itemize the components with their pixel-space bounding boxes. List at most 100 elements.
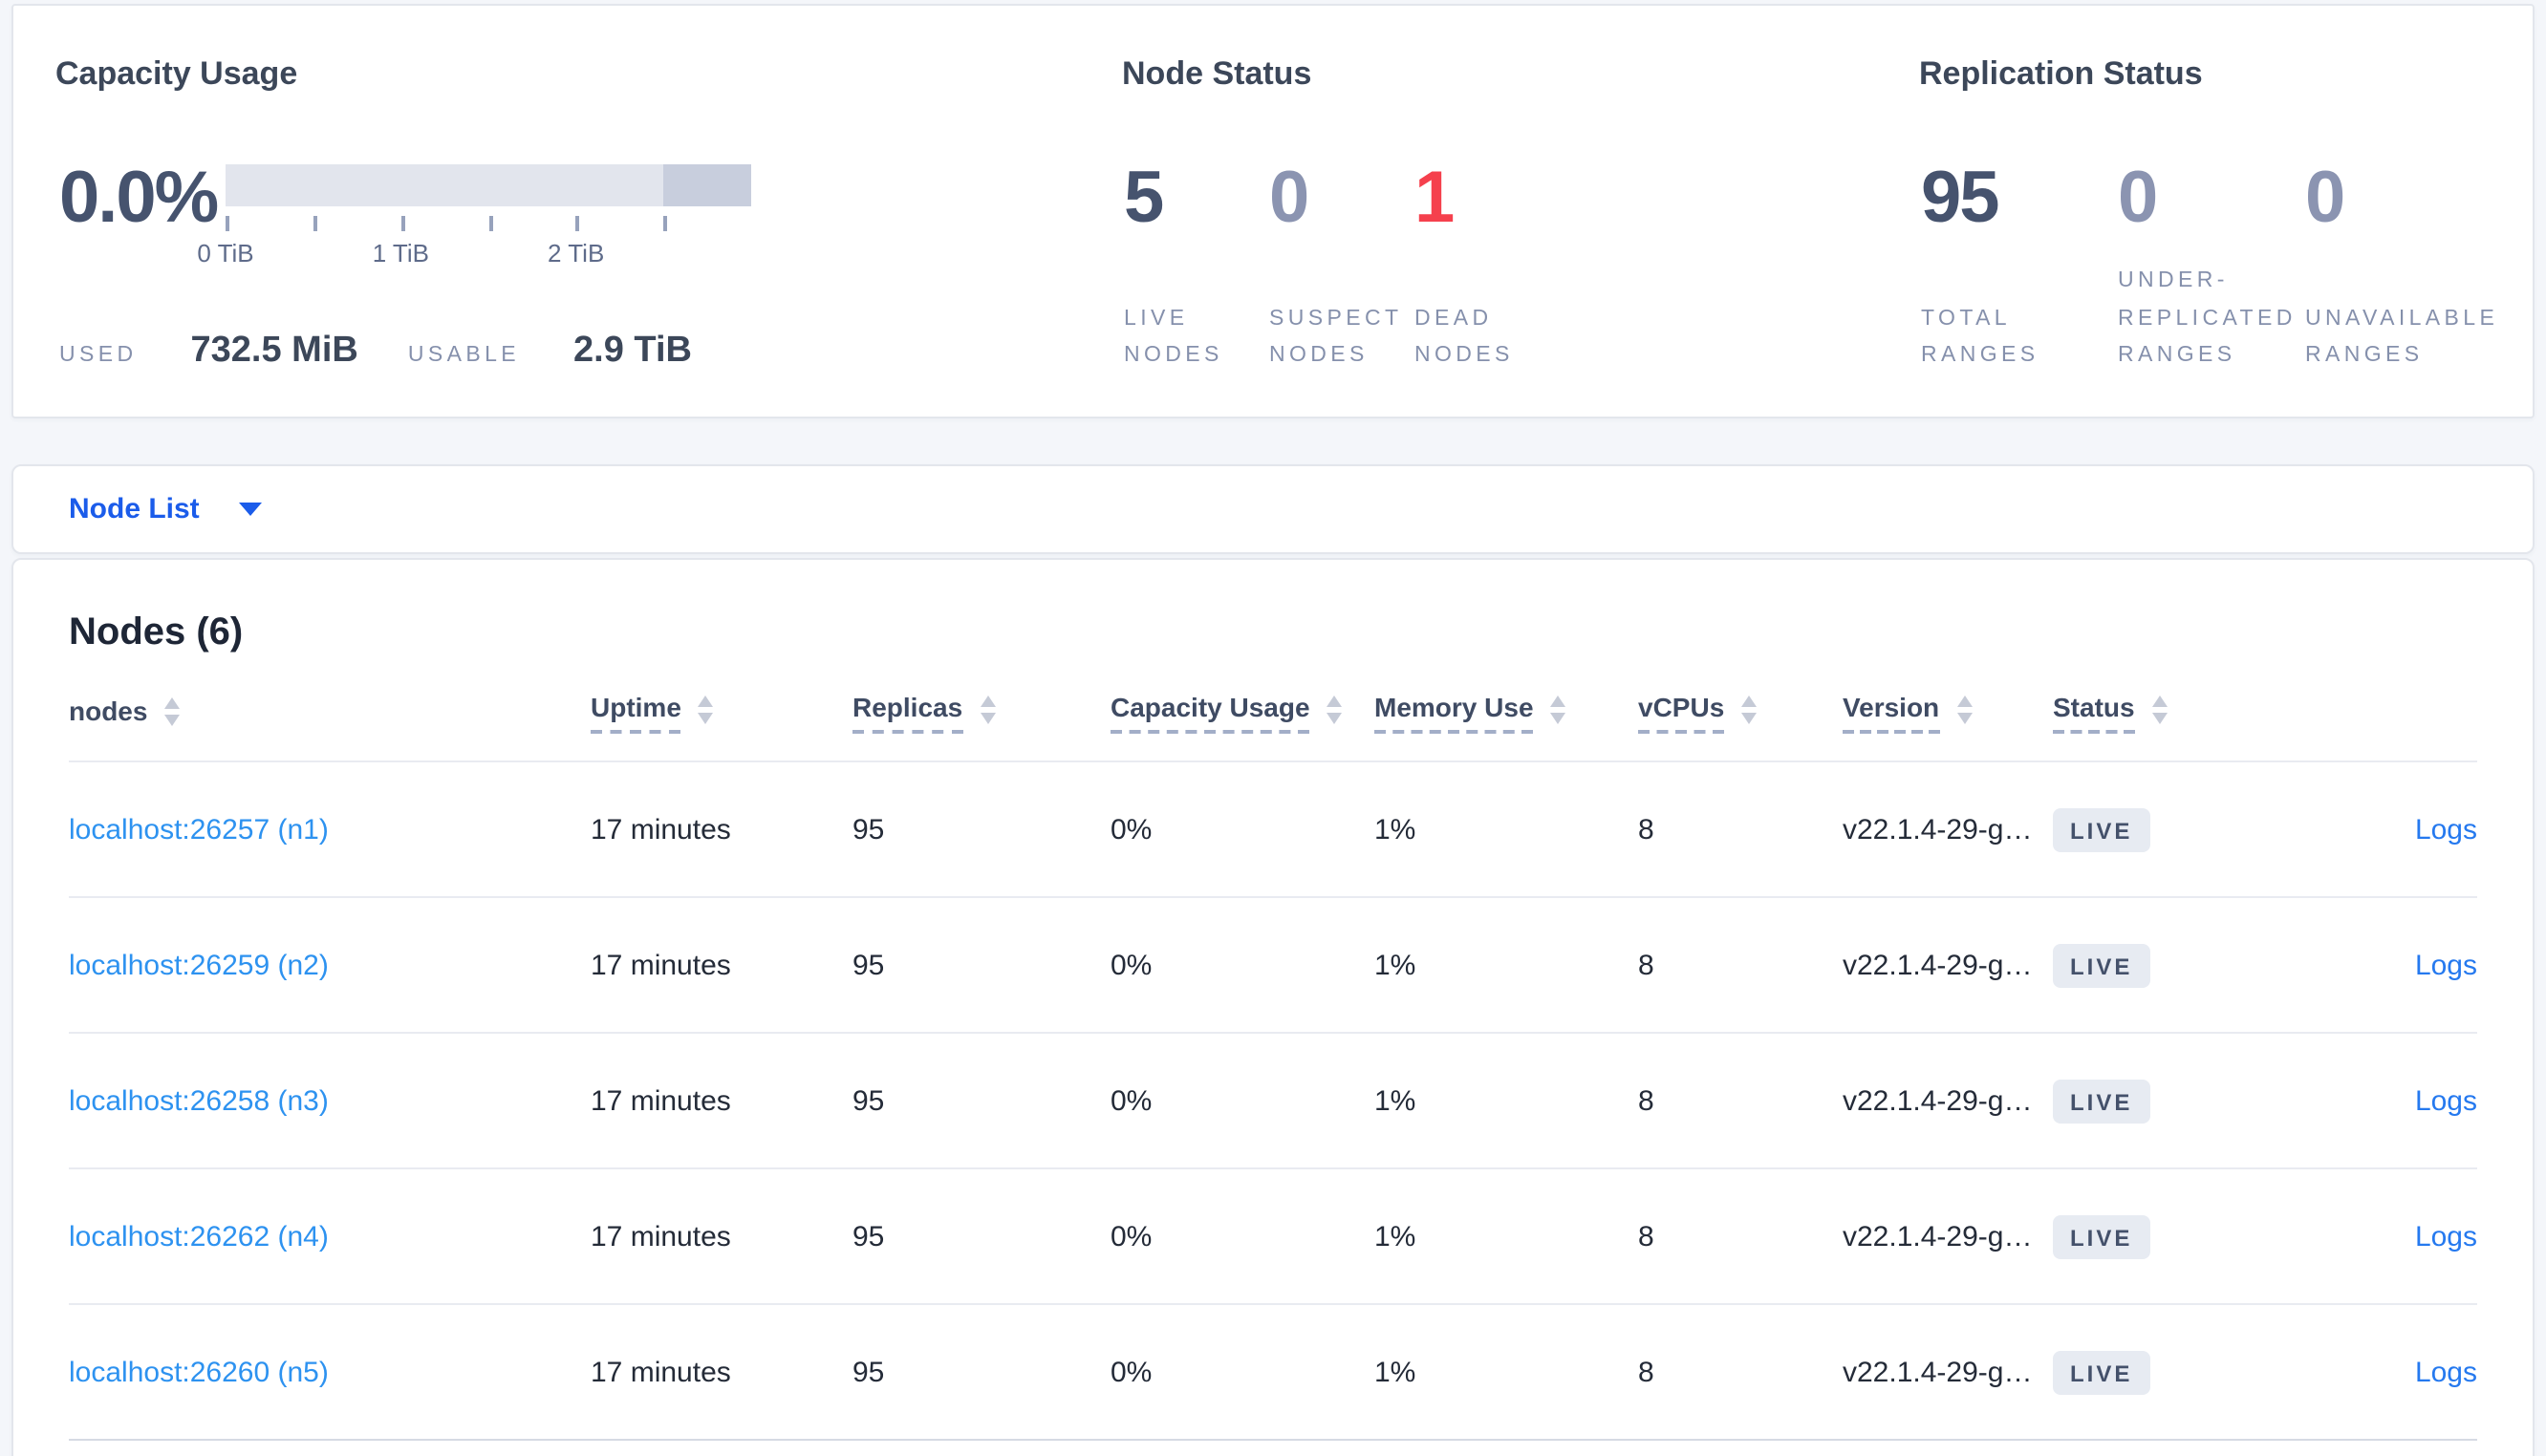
- capacity-usage-cell: 0%: [1111, 813, 1153, 846]
- cluster-summary-card: Capacity Usage 0.0% 0 TiB 1 TiB 2 TiB US…: [11, 4, 2535, 418]
- capacity-percent-value: 0.0%: [59, 159, 219, 239]
- version-cell: v22.1.4-29-g…: [1843, 813, 2033, 846]
- memory-use-cell: 1%: [1374, 1356, 1416, 1388]
- capacity-tick-label: 0 TiB: [197, 239, 254, 268]
- unavailable-ranges-label: UNAVAILABLE RANGES: [2305, 307, 2499, 368]
- logs-link[interactable]: Logs: [2415, 1220, 2477, 1253]
- logs-link[interactable]: Logs: [2415, 949, 2477, 981]
- suspect-nodes-count: 0: [1269, 159, 1309, 239]
- vcpus-cell: 8: [1638, 813, 1654, 846]
- sort-icon: [698, 696, 714, 724]
- replicas-cell: 95: [852, 949, 885, 981]
- logs-link[interactable]: Logs: [2415, 813, 2477, 846]
- under-replicated-ranges-label: UNDER-REPLICATED RANGES: [2118, 269, 2297, 368]
- column-header-vcpus[interactable]: vCPUs: [1638, 692, 1843, 760]
- capacity-bar-dark-segment: [663, 164, 751, 206]
- column-header-memory-use[interactable]: Memory Use: [1374, 692, 1638, 760]
- logs-link[interactable]: Logs: [2415, 1356, 2477, 1388]
- live-nodes-label: LIVE NODES: [1124, 307, 1223, 368]
- nodes-table-header: nodes Uptime Replicas Capacity Usage Mem…: [69, 659, 2477, 762]
- capacity-tick: [226, 216, 229, 231]
- sort-icon: [1741, 696, 1758, 724]
- column-header-capacity-usage[interactable]: Capacity Usage: [1111, 692, 1374, 760]
- table-row: localhost:26257 (n1) 17 minutes 95 0% 1%…: [69, 762, 2477, 898]
- uptime-cell: 17 minutes: [591, 1084, 731, 1117]
- column-header-replicas[interactable]: Replicas: [852, 692, 1111, 760]
- version-cell: v22.1.4-29-g…: [1843, 1084, 2033, 1117]
- capacity-tick: [400, 216, 405, 231]
- uptime-cell: 17 minutes: [591, 949, 731, 981]
- chevron-down-icon[interactable]: [239, 503, 263, 516]
- usable-value: 2.9 TiB: [573, 331, 692, 371]
- uptime-cell: 17 minutes: [591, 1356, 731, 1388]
- node-address-link[interactable]: localhost:26258 (n3): [69, 1084, 329, 1117]
- vcpus-cell: 8: [1638, 949, 1654, 981]
- view-selector-bar: Node List: [11, 464, 2535, 554]
- node-address-link[interactable]: localhost:26259 (n2): [69, 949, 329, 981]
- node-address-link[interactable]: localhost:26260 (n5): [69, 1356, 329, 1388]
- capacity-usage-cell: 0%: [1111, 1220, 1153, 1253]
- vcpus-cell: 8: [1638, 1084, 1654, 1117]
- table-row: localhost:26262 (n4) 17 minutes 95 0% 1%…: [69, 1169, 2477, 1305]
- capacity-usage-cell: 0%: [1111, 949, 1153, 981]
- sort-icon: [1327, 696, 1343, 724]
- unavailable-ranges-count: 0: [2305, 159, 2345, 239]
- replicas-cell: 95: [852, 1220, 885, 1253]
- logs-link[interactable]: Logs: [2415, 1084, 2477, 1117]
- sort-icon: [980, 696, 996, 724]
- status-badge: LIVE: [2053, 943, 2150, 987]
- memory-use-cell: 1%: [1374, 1084, 1416, 1117]
- status-badge: LIVE: [2053, 1214, 2150, 1258]
- table-row: localhost:26258 (n3) 17 minutes 95 0% 1%…: [69, 1034, 2477, 1169]
- nodes-section-title: Nodes (6): [69, 611, 244, 653]
- nodes-table-card: Nodes (6) nodes Uptime Replicas Capacity…: [11, 558, 2535, 1456]
- used-label: USED: [59, 344, 138, 367]
- column-header-status[interactable]: Status: [2053, 692, 2269, 760]
- node-status-title: Node Status: [1122, 55, 1312, 92]
- version-cell: v22.1.4-29-g…: [1843, 949, 2033, 981]
- capacity-tick-label: 2 TiB: [548, 239, 605, 268]
- node-list-dropdown[interactable]: Node List: [69, 493, 200, 525]
- replication-status-title: Replication Status: [1919, 55, 2203, 92]
- uptime-cell: 17 minutes: [591, 813, 731, 846]
- column-header-nodes[interactable]: nodes: [69, 696, 591, 760]
- replication-status-panel: Replication Status 95 0 0 TOTAL RANGES U…: [1919, 6, 2531, 417]
- sort-icon: [164, 697, 181, 726]
- capacity-bar: [226, 164, 751, 206]
- usable-label: USABLE: [407, 344, 521, 367]
- status-badge: LIVE: [2053, 1079, 2150, 1123]
- replicas-cell: 95: [852, 813, 885, 846]
- status-badge: LIVE: [2053, 1350, 2150, 1394]
- version-cell: v22.1.4-29-g…: [1843, 1356, 2033, 1388]
- column-header-uptime[interactable]: Uptime: [591, 692, 852, 760]
- capacity-tick-label: 1 TiB: [372, 239, 429, 268]
- dead-nodes-count: 1: [1414, 159, 1455, 239]
- sort-icon: [1550, 696, 1566, 724]
- capacity-bar-chart: 0 TiB 1 TiB 2 TiB: [197, 164, 751, 268]
- dead-nodes-label: DEAD NODES: [1414, 307, 1514, 368]
- memory-use-cell: 1%: [1374, 1220, 1416, 1253]
- table-row: localhost:26260 (n5) 17 minutes 95 0% 1%…: [69, 1305, 2477, 1441]
- table-row: localhost:26259 (n2) 17 minutes 95 0% 1%…: [69, 898, 2477, 1034]
- suspect-nodes-label: SUSPECT NODES: [1269, 307, 1403, 368]
- capacity-usage-panel: Capacity Usage 0.0% 0 TiB 1 TiB 2 TiB US…: [55, 6, 1088, 417]
- node-address-link[interactable]: localhost:26257 (n1): [69, 813, 329, 846]
- replicas-cell: 95: [852, 1356, 885, 1388]
- memory-use-cell: 1%: [1374, 949, 1416, 981]
- sort-icon: [2151, 696, 2168, 724]
- sort-icon: [1956, 696, 1973, 724]
- uptime-cell: 17 minutes: [591, 1220, 731, 1253]
- capacity-used-usable-row: USED 732.5 MiB USABLE 2.9 TiB: [59, 331, 742, 373]
- capacity-usage-cell: 0%: [1111, 1356, 1153, 1388]
- capacity-usage-title: Capacity Usage: [55, 55, 298, 92]
- column-header-version[interactable]: Version: [1843, 692, 2053, 760]
- capacity-tick: [663, 216, 668, 231]
- capacity-tick: [488, 216, 492, 231]
- replicas-cell: 95: [852, 1084, 885, 1117]
- vcpus-cell: 8: [1638, 1356, 1654, 1388]
- node-address-link[interactable]: localhost:26262 (n4): [69, 1220, 329, 1253]
- total-ranges-count: 95: [1921, 159, 2000, 239]
- under-replicated-ranges-count: 0: [2118, 159, 2158, 239]
- used-value: 732.5 MiB: [190, 331, 358, 371]
- live-nodes-count: 5: [1124, 159, 1164, 239]
